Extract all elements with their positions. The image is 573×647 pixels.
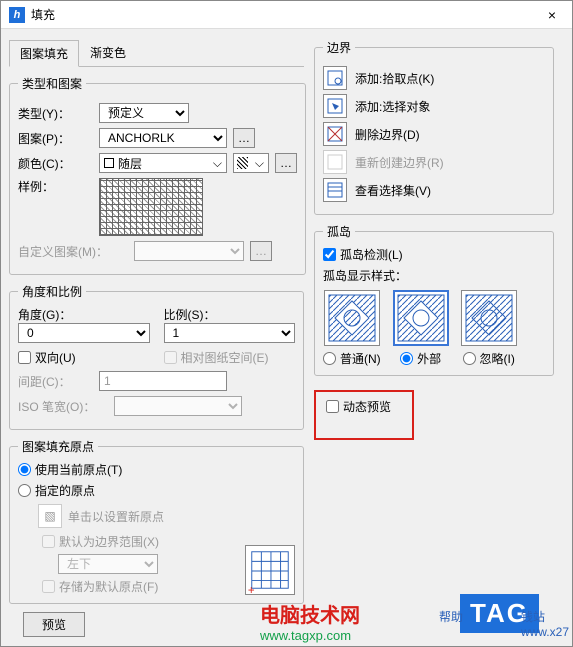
pattern-label: 图案(P)：: [18, 130, 93, 147]
island-normal-preview[interactable]: [324, 290, 380, 346]
pick-point-label[interactable]: 添加:拾取点(K): [355, 70, 434, 87]
scale-label: 比例(S)：: [164, 306, 296, 323]
origin-preview: +: [245, 545, 295, 595]
tabs: 图案填充 渐变色: [9, 39, 304, 67]
legend-boundary: 边界: [323, 39, 355, 56]
legend-type-pattern: 类型和图案: [18, 75, 86, 92]
group-origin: 图案填充原点 使用当前原点(T) 指定的原点 ▧ 单击以设置新原点 默认为边界范围…: [9, 438, 304, 604]
custom-pattern-select: [134, 241, 244, 261]
remove-boundary-label[interactable]: 删除边界(D): [355, 126, 420, 143]
spacing-label: 间距(C)：: [18, 373, 93, 390]
island-style-label: 孤岛显示样式：: [323, 267, 545, 284]
default-bounds-checkbox: [42, 535, 55, 548]
group-type-pattern: 类型和图案 类型(Y)： 预定义 图案(P)： ANCHORLK … 颜色(C)…: [9, 75, 306, 275]
select-obj-label[interactable]: 添加:选择对象: [355, 98, 430, 115]
use-current-origin-radio[interactable]: [18, 463, 31, 476]
footer-right: 钱站 www.x27: [521, 608, 569, 639]
pattern-select[interactable]: ANCHORLK: [99, 128, 227, 148]
color-value: 随层: [118, 155, 142, 172]
color-swatch-icon: [104, 158, 114, 168]
island-outer-radio[interactable]: [400, 352, 413, 365]
dynamic-preview-highlight: 动态预览: [314, 390, 414, 440]
island-detect-checkbox[interactable]: [323, 248, 336, 261]
chevron-down-icon: ⌵: [209, 156, 226, 171]
tab-gradient[interactable]: 渐变色: [79, 39, 137, 66]
help-link[interactable]: 帮助: [439, 608, 463, 625]
island-ignore-label: 忽略(I): [480, 350, 515, 367]
window-title: 填充: [31, 6, 540, 23]
relative-paper-checkbox: [164, 351, 177, 364]
iso-pen-label: ISO 笔宽(O)：: [18, 398, 108, 415]
legend-origin: 图案填充原点: [18, 438, 98, 455]
island-outer-label: 外部: [417, 350, 441, 367]
relative-paper-label: 相对图纸空间(E): [181, 349, 269, 366]
color-select[interactable]: 随层 ⌵: [99, 153, 227, 173]
tab-pattern-fill[interactable]: 图案填充: [9, 40, 79, 67]
island-normal-radio[interactable]: [323, 352, 336, 365]
preview-button[interactable]: 预览: [23, 612, 85, 637]
island-ignore-preview[interactable]: [461, 290, 517, 346]
type-select[interactable]: 预定义: [99, 103, 189, 123]
watermark: 电脑技术网 www.tagxp.com: [260, 599, 360, 643]
swap-button[interactable]: …: [275, 153, 297, 173]
click-new-origin-label: 单击以设置新原点: [68, 508, 164, 525]
use-current-origin-label: 使用当前原点(T): [35, 461, 122, 478]
store-default-checkbox: [42, 580, 55, 593]
custom-pattern-browse: …: [250, 241, 272, 261]
store-default-label: 存储为默认原点(F): [59, 578, 158, 595]
iso-pen-select: [114, 396, 242, 416]
svg-text:+: +: [248, 585, 255, 594]
remove-boundary-icon[interactable]: [323, 122, 347, 146]
view-selection-icon[interactable]: [323, 178, 347, 202]
scale-select[interactable]: 1: [164, 323, 296, 343]
pick-point-icon[interactable]: [323, 66, 347, 90]
custom-pattern-label: 自定义图案(M)：: [18, 243, 128, 260]
dynamic-preview-checkbox[interactable]: [326, 400, 339, 413]
close-button[interactable]: ×: [540, 7, 564, 23]
specified-origin-label: 指定的原点: [35, 482, 95, 499]
bidir-label: 双向(U): [35, 349, 76, 366]
group-boundary: 边界 添加:拾取点(K) 添加:选择对象 删除边界(D) 重新创建边界(R) 查…: [314, 39, 554, 215]
recreate-boundary-icon: [323, 150, 347, 174]
sample-label: 样例：: [18, 178, 93, 195]
angle-select[interactable]: 0: [18, 323, 150, 343]
origin-position-select: 左下: [58, 554, 158, 574]
group-island: 孤岛 孤岛检测(L) 孤岛显示样式： 普通(N) 外部 忽略(I): [314, 223, 554, 376]
titlebar: h 填充 ×: [1, 1, 572, 29]
click-origin-icon: ▧: [38, 504, 62, 528]
watermark-url: www.tagxp.com: [260, 628, 360, 643]
hatch-icon: [237, 157, 248, 169]
spacing-input: [99, 371, 227, 391]
select-obj-icon[interactable]: [323, 94, 347, 118]
island-detect-label: 孤岛检测(L): [340, 246, 403, 263]
angle-label: 角度(G)：: [18, 306, 150, 323]
group-angle-scale: 角度和比例 角度(G)： 0 双向(U) 比例(S)： 1 相对图纸空间(E) …: [9, 283, 304, 430]
bidir-checkbox[interactable]: [18, 351, 31, 364]
island-normal-label: 普通(N): [340, 350, 381, 367]
dynamic-preview-label: 动态预览: [343, 398, 391, 415]
specified-origin-radio[interactable]: [18, 484, 31, 497]
legend-island: 孤岛: [323, 223, 355, 240]
legend-angle-scale: 角度和比例: [18, 283, 86, 300]
app-icon: h: [9, 7, 25, 23]
chevron-down-icon: ⌵: [251, 156, 268, 171]
recreate-boundary-label: 重新创建边界(R): [355, 154, 444, 171]
watermark-text: 电脑技术网: [260, 599, 360, 628]
layer-color-select[interactable]: ⌵: [233, 153, 269, 173]
island-ignore-radio[interactable]: [463, 352, 476, 365]
default-bounds-label: 默认为边界范围(X): [59, 533, 159, 550]
color-label: 颜色(C)：: [18, 155, 93, 172]
type-label: 类型(Y)：: [18, 105, 93, 122]
pattern-browse-button[interactable]: …: [233, 128, 255, 148]
pattern-preview[interactable]: [99, 178, 203, 236]
view-selection-label[interactable]: 查看选择集(V): [355, 182, 431, 199]
island-outer-preview[interactable]: [393, 290, 449, 346]
